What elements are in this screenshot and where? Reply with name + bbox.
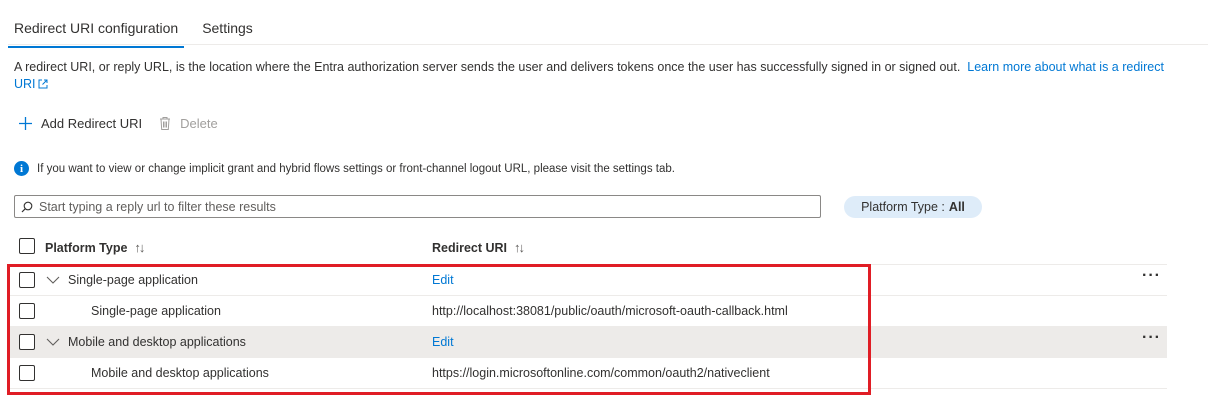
reply-url-filter bbox=[14, 195, 821, 218]
add-redirect-uri-button[interactable]: Add Redirect URI bbox=[18, 116, 142, 131]
info-banner: i If you want to view or change implicit… bbox=[14, 161, 675, 176]
sort-icon: ↑↓ bbox=[514, 240, 525, 255]
tab-bar: Redirect URI configuration Settings bbox=[8, 14, 259, 48]
delete-button[interactable]: Delete bbox=[158, 116, 218, 131]
platform-type-filter-pill[interactable]: Platform Type : All bbox=[844, 196, 982, 218]
search-icon bbox=[21, 201, 33, 212]
command-bar: Add Redirect URI Delete bbox=[18, 116, 218, 131]
tab-redirect-uri-configuration[interactable]: Redirect URI configuration bbox=[8, 14, 185, 48]
reply-url-filter-input[interactable] bbox=[39, 199, 799, 214]
platform-type-filter-label: Platform Type : bbox=[861, 200, 945, 214]
delete-label: Delete bbox=[180, 116, 218, 131]
platform-type-filter-value: All bbox=[948, 200, 965, 214]
info-message: If you want to view or change implicit g… bbox=[37, 162, 675, 175]
chevron-down-icon[interactable] bbox=[46, 273, 60, 287]
sort-icon: ↑↓ bbox=[134, 240, 145, 255]
more-icon[interactable]: ··· bbox=[1142, 267, 1161, 285]
more-icon[interactable]: ··· bbox=[1142, 329, 1161, 347]
platform-type-cell: Mobile and desktop applications bbox=[91, 366, 269, 380]
edit-link[interactable]: Edit bbox=[432, 335, 454, 349]
group-row-single-page-application[interactable]: Single-page application Edit ··· bbox=[8, 265, 1167, 296]
column-header-redirect-uri-label: Redirect URI bbox=[432, 240, 508, 255]
info-icon: i bbox=[14, 161, 29, 176]
group-row-mobile-and-desktop-applications[interactable]: Mobile and desktop applications Edit ··· bbox=[8, 327, 1167, 358]
group-row-checkbox[interactable] bbox=[19, 334, 35, 350]
trash-icon bbox=[160, 117, 171, 130]
table-row[interactable]: Single-page application http://localhost… bbox=[8, 296, 1167, 327]
row-checkbox[interactable] bbox=[19, 303, 35, 319]
tab-settings[interactable]: Settings bbox=[196, 14, 259, 44]
group-label: Single-page application bbox=[68, 273, 198, 287]
description: A redirect URI, or reply URL, is the loc… bbox=[14, 59, 1174, 93]
group-label: Mobile and desktop applications bbox=[68, 335, 246, 349]
grid-header: Platform Type ↑↓ Redirect URI ↑↓ bbox=[8, 232, 1167, 265]
add-redirect-uri-label: Add Redirect URI bbox=[41, 116, 143, 131]
group-row-checkbox[interactable] bbox=[19, 272, 35, 288]
platform-type-cell: Single-page application bbox=[91, 304, 221, 318]
row-checkbox[interactable] bbox=[19, 365, 35, 381]
description-text: A redirect URI, or reply URL, is the loc… bbox=[14, 60, 961, 74]
redirect-uri-cell: https://login.microsoftonline.com/common… bbox=[432, 366, 770, 380]
chevron-down-icon[interactable] bbox=[46, 335, 60, 349]
column-header-platform-type-label: Platform Type bbox=[45, 240, 128, 255]
edit-link[interactable]: Edit bbox=[432, 273, 454, 287]
table-row[interactable]: Mobile and desktop applications https://… bbox=[8, 358, 1167, 389]
external-link-icon bbox=[38, 79, 48, 89]
column-header-redirect-uri[interactable]: Redirect URI ↑↓ bbox=[432, 240, 525, 255]
redirect-uri-cell: http://localhost:38081/public/oauth/micr… bbox=[432, 304, 788, 318]
column-header-platform-type[interactable]: Platform Type ↑↓ bbox=[45, 240, 145, 255]
tab-divider bbox=[8, 44, 1208, 45]
add-icon bbox=[19, 117, 32, 130]
select-all-checkbox[interactable] bbox=[19, 238, 35, 254]
